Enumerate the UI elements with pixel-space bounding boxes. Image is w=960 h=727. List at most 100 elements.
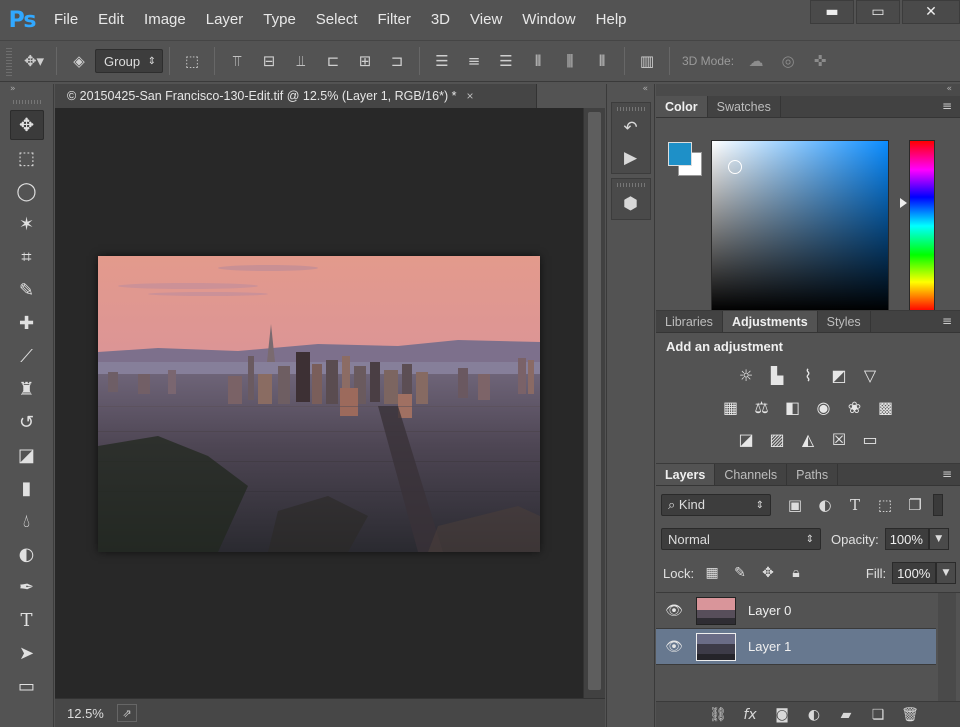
path-selection-tool-icon[interactable]: ➤ xyxy=(10,638,44,668)
photo-filter-icon[interactable]: ◉ xyxy=(813,396,835,418)
magic-wand-tool-icon[interactable]: ✶ xyxy=(10,209,44,239)
distribute-right-icon[interactable]: ⦀ xyxy=(590,49,614,73)
distribute-hcenter-icon[interactable]: ⫼ xyxy=(558,49,582,73)
tab-color[interactable]: Color xyxy=(656,96,708,117)
vibrance-icon[interactable]: ▽ xyxy=(859,364,881,386)
dodge-tool-icon[interactable]: ◐ xyxy=(10,539,44,569)
move-tool-icon[interactable]: ✥ xyxy=(9,110,44,140)
move-tool-preset-icon[interactable]: ✥▾ xyxy=(22,49,46,73)
pen-tool-icon[interactable]: ✒ xyxy=(10,572,44,602)
close-window-button[interactable]: ✕ xyxy=(902,0,960,24)
blend-mode-dropdown[interactable]: Normal ⇕ xyxy=(661,528,821,550)
auto-select-layers-icon[interactable]: ◈ xyxy=(67,49,91,73)
filter-adjustment-icon[interactable]: ◐ xyxy=(815,495,835,515)
add-mask-icon[interactable]: ◙ xyxy=(772,705,792,725)
history-panel-icon[interactable]: ↶ xyxy=(612,113,650,143)
lock-position-icon[interactable]: ✥ xyxy=(758,563,778,583)
align-top-icon[interactable]: ⫪ xyxy=(225,49,249,73)
share-icon[interactable]: ⇗ xyxy=(117,704,137,722)
lock-transparent-icon[interactable]: ▦ xyxy=(702,563,722,583)
menu-3d[interactable]: 3D xyxy=(421,0,460,40)
opacity-input[interactable]: 100% xyxy=(884,528,929,550)
menu-file[interactable]: File xyxy=(44,0,88,40)
gradient-map-icon[interactable]: ▭ xyxy=(859,428,881,450)
lock-all-icon[interactable]: 🔒︎ xyxy=(786,563,806,583)
document-image[interactable] xyxy=(98,256,540,552)
align-right-icon[interactable]: ⊐ xyxy=(385,49,409,73)
menu-type[interactable]: Type xyxy=(253,0,306,40)
layer-row-layer-0[interactable]: 👁︎ Layer 0 xyxy=(656,593,936,629)
show-transform-controls-icon[interactable]: ⬚ xyxy=(180,49,204,73)
healing-brush-tool-icon[interactable]: ✚ xyxy=(10,308,44,338)
menu-edit[interactable]: Edit xyxy=(88,0,134,40)
color-lookup-icon[interactable]: ▩ xyxy=(875,396,897,418)
collapse-arrows-icon[interactable]: » xyxy=(0,84,53,98)
distribute-left-icon[interactable]: ⦀ xyxy=(526,49,550,73)
eyedropper-tool-icon[interactable]: ✎ xyxy=(10,275,44,305)
panel-menu-icon[interactable]: ≡ xyxy=(942,314,952,328)
delete-layer-icon[interactable]: 🗑︎ xyxy=(900,705,920,725)
auto-select-dropdown[interactable]: Group ⇕ xyxy=(95,49,163,73)
tab-libraries[interactable]: Libraries xyxy=(656,311,723,332)
filter-toggle-switch[interactable] xyxy=(933,494,943,516)
exposure-icon[interactable]: ◩ xyxy=(828,364,850,386)
hue-saturation-icon[interactable]: ▦ xyxy=(720,396,742,418)
options-bar-grip[interactable] xyxy=(6,46,12,76)
panel-grip[interactable] xyxy=(616,183,645,187)
color-balance-icon[interactable]: ⚖ xyxy=(751,396,773,418)
crop-tool-icon[interactable]: ⌗ xyxy=(10,242,44,272)
black-white-icon[interactable]: ◧ xyxy=(782,396,804,418)
history-brush-tool-icon[interactable]: ↺ xyxy=(10,407,44,437)
layers-scrollbar[interactable] xyxy=(938,593,956,701)
gradient-tool-icon[interactable]: ▮ xyxy=(10,473,44,503)
layer-style-fx-icon[interactable]: fx xyxy=(740,705,760,725)
filter-smart-object-icon[interactable]: ❐ xyxy=(905,495,925,515)
minimize-button[interactable]: ▬ xyxy=(810,0,854,24)
fill-dropdown-icon[interactable]: ▼ xyxy=(936,562,956,584)
visibility-eye-icon[interactable]: 👁︎ xyxy=(656,639,692,655)
opacity-dropdown-icon[interactable]: ▼ xyxy=(928,528,949,550)
zoom-level[interactable]: 12.5% xyxy=(67,706,113,721)
align-bottom-icon[interactable]: ⫫ xyxy=(289,49,313,73)
layer-row-layer-1[interactable]: 👁︎ Layer 1 xyxy=(656,629,936,665)
levels-icon[interactable]: ▙ xyxy=(766,364,788,386)
expand-panels-icon[interactable]: « xyxy=(607,84,654,98)
new-layer-icon[interactable]: ❏ xyxy=(868,705,888,725)
tab-channels[interactable]: Channels xyxy=(715,464,788,485)
panel-grip[interactable] xyxy=(616,107,645,111)
3d-pan-icon[interactable]: ✜ xyxy=(808,49,832,73)
blur-tool-icon[interactable]: 💧︎ xyxy=(10,506,44,536)
new-group-icon[interactable]: ▰ xyxy=(836,705,856,725)
actions-panel-icon[interactable]: ▶ xyxy=(612,143,650,173)
eraser-tool-icon[interactable]: ◪ xyxy=(10,440,44,470)
color-picker-marker[interactable] xyxy=(728,160,742,174)
collapse-dock-icon[interactable]: « xyxy=(656,84,960,96)
menu-filter[interactable]: Filter xyxy=(368,0,421,40)
menu-help[interactable]: Help xyxy=(586,0,637,40)
menu-view[interactable]: View xyxy=(460,0,512,40)
visibility-eye-icon[interactable]: 👁︎ xyxy=(656,603,692,619)
close-icon[interactable]: × xyxy=(466,89,473,103)
distribute-vcenter-icon[interactable]: ≡ xyxy=(462,49,486,73)
curves-icon[interactable]: ⌇ xyxy=(797,364,819,386)
tab-layers[interactable]: Layers xyxy=(656,464,716,485)
marquee-tool-icon[interactable]: ⬚ xyxy=(10,143,44,173)
menu-window[interactable]: Window xyxy=(512,0,585,40)
lasso-tool-icon[interactable]: ◯ xyxy=(10,176,44,206)
posterize-icon[interactable]: ▨ xyxy=(766,428,788,450)
threshold-icon[interactable]: ◭ xyxy=(797,428,819,450)
clone-stamp-tool-icon[interactable]: ♜ xyxy=(10,374,44,404)
align-hcenter-icon[interactable]: ⊞ xyxy=(353,49,377,73)
filter-shape-icon[interactable]: ⬚ xyxy=(875,495,895,515)
menu-image[interactable]: Image xyxy=(134,0,196,40)
type-tool-icon[interactable]: T xyxy=(10,605,44,635)
distribute-bottom-icon[interactable]: ☰ xyxy=(494,49,518,73)
filter-type-icon[interactable]: T xyxy=(845,495,865,515)
hue-spectrum-bar[interactable] xyxy=(909,140,935,312)
foreground-color-swatch[interactable] xyxy=(668,142,692,166)
selective-color-icon[interactable]: ☒ xyxy=(828,428,850,450)
align-vcenter-icon[interactable]: ⊟ xyxy=(257,49,281,73)
hue-slider-arrow[interactable] xyxy=(900,198,907,208)
distribute-top-icon[interactable]: ☰ xyxy=(430,49,454,73)
auto-align-layers-icon[interactable]: ▥ xyxy=(635,49,659,73)
